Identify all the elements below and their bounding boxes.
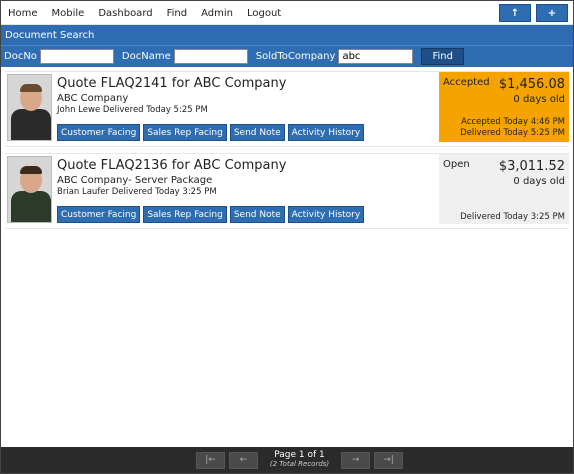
status-label: Open <box>443 159 470 170</box>
quote-amount: $1,456.08 <box>498 77 565 92</box>
rep-photo <box>7 74 52 141</box>
top-nav: Home Mobile Dashboard Find Admin Logout … <box>1 1 573 25</box>
find-button[interactable]: Find <box>421 48 464 65</box>
docname-input[interactable] <box>173 49 248 64</box>
docno-label: DocNo <box>4 51 37 62</box>
pager-bar: |← ← Page 1 of 1 (2 Total Records) → →| <box>1 447 573 473</box>
status-panel: Accepted $1,456.08 0 days old Accepted T… <box>439 72 569 142</box>
status-panel: Open $3,011.52 0 days old Delivered Toda… <box>439 154 569 224</box>
nav-actions: ↑ + <box>499 4 568 22</box>
first-page-button[interactable]: |← <box>196 451 225 469</box>
last-page-icon: →| <box>383 455 394 465</box>
quote-company: ABC Company <box>57 93 129 104</box>
quote-amount: $3,011.52 <box>498 159 565 174</box>
quote-delivered-by: Brian Laufer Delivered Today 3:25 PM <box>57 187 217 197</box>
quote-card: Quote FLAQ2141 for ABC Company ABC Compa… <box>5 71 569 147</box>
nav-find[interactable]: Find <box>160 8 195 19</box>
nav-mobile[interactable]: Mobile <box>45 8 92 19</box>
record-count: (2 Total Records) <box>269 460 330 468</box>
nav-logout[interactable]: Logout <box>240 8 288 19</box>
plus-icon: + <box>547 7 557 19</box>
status-label: Accepted <box>443 77 490 88</box>
quote-delivered-by: John Lewe Delivered Today 5:25 PM <box>57 105 208 115</box>
activity-history-button[interactable]: Activity History <box>287 206 365 223</box>
activity-history-button[interactable]: Activity History <box>287 124 365 141</box>
soldto-input[interactable] <box>338 49 414 64</box>
quote-age: 0 days old <box>513 176 565 187</box>
quote-title[interactable]: Quote FLAQ2136 for ABC Company <box>57 158 286 173</box>
quote-actions: Customer Facing Sales Rep Facing Send No… <box>57 124 365 141</box>
quote-company: ABC Company- Server Package <box>57 175 213 186</box>
send-note-button[interactable]: Send Note <box>229 124 285 141</box>
quote-age: 0 days old <box>513 94 565 105</box>
docname-label: DocName <box>121 51 171 62</box>
quote-list: Quote FLAQ2141 for ABC Company ABC Compa… <box>1 67 573 229</box>
docno-input[interactable] <box>39 49 114 64</box>
page-info: Page 1 of 1 (2 Total Records) <box>262 451 337 469</box>
page-title: Document Search <box>1 25 573 45</box>
soldto-label: SoldToCompany <box>255 51 336 62</box>
arrow-left-icon: ← <box>239 455 248 465</box>
nav-admin[interactable]: Admin <box>194 8 240 19</box>
nav-home[interactable]: Home <box>1 8 45 19</box>
next-page-button[interactable]: → <box>341 451 370 469</box>
page-indicator: Page 1 of 1 <box>274 450 325 460</box>
arrow-right-icon: → <box>351 455 360 465</box>
customer-facing-button[interactable]: Customer Facing <box>57 124 141 141</box>
quote-card: Quote FLAQ2136 for ABC Company ABC Compa… <box>5 153 569 229</box>
first-page-icon: |← <box>205 455 216 465</box>
arrow-up-icon: ↑ <box>510 7 520 19</box>
quote-actions: Customer Facing Sales Rep Facing Send No… <box>57 206 365 223</box>
sales-rep-facing-button[interactable]: Sales Rep Facing <box>143 124 227 141</box>
status-delivered-time: Delivered Today 3:25 PM <box>460 212 565 222</box>
nav-dashboard[interactable]: Dashboard <box>91 8 159 19</box>
rep-photo <box>7 156 52 223</box>
last-page-button[interactable]: →| <box>374 451 403 469</box>
upload-button[interactable]: ↑ <box>499 4 531 22</box>
prev-page-button[interactable]: ← <box>229 451 258 469</box>
status-delivered-time: Delivered Today 5:25 PM <box>460 128 565 138</box>
quote-title[interactable]: Quote FLAQ2141 for ABC Company <box>57 76 286 91</box>
send-note-button[interactable]: Send Note <box>229 206 285 223</box>
status-accepted-time: Accepted Today 4:46 PM <box>461 117 565 127</box>
filter-bar: DocNo DocName SoldToCompany Find <box>1 45 573 67</box>
nav-links: Home Mobile Dashboard Find Admin Logout <box>1 1 288 25</box>
sales-rep-facing-button[interactable]: Sales Rep Facing <box>143 206 227 223</box>
add-button[interactable]: + <box>536 4 568 22</box>
pager: |← ← Page 1 of 1 (2 Total Records) → →| <box>196 451 407 469</box>
customer-facing-button[interactable]: Customer Facing <box>57 206 141 223</box>
